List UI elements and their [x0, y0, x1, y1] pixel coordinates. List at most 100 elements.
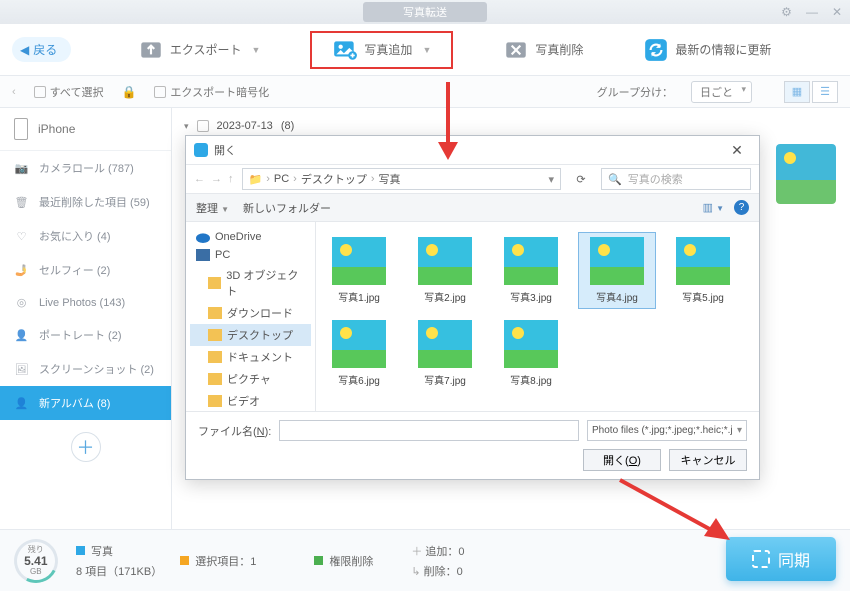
path-breadcrumb[interactable]: 📁 › PC› デスクトップ› 写真 ▾ — [242, 168, 562, 190]
items-count: 8 項目（171KB） — [76, 563, 162, 579]
chevron-left-icon: ◀ — [20, 43, 29, 57]
photo-thumbnail[interactable] — [776, 144, 836, 204]
selection-count: 選択項目：1 — [195, 553, 256, 569]
nav-icon: 👤 — [14, 329, 29, 342]
encrypt-checkbox[interactable]: エクスポート暗号化 — [154, 84, 269, 100]
image-icon — [590, 237, 644, 285]
caret-down-icon: ▼ — [422, 45, 431, 55]
add-label: 写真追加 — [364, 41, 412, 58]
nav-icon: ♡ — [14, 230, 29, 243]
dialog-title: 開く — [214, 142, 236, 158]
cloud-icon — [196, 231, 210, 243]
encrypt-label: エクスポート暗号化 — [170, 84, 269, 100]
del-count: 削除：0 — [424, 566, 463, 578]
sidebar-item[interactable]: 👤新アルバム (8) — [0, 386, 171, 420]
phone-icon — [14, 118, 28, 140]
date-label: 2023-07-13 — [217, 120, 273, 132]
tree-item[interactable]: ダウンロード — [190, 302, 311, 324]
minimize-icon[interactable]: — — [806, 5, 818, 19]
sidebar-item[interactable]: ♡お気に入り (4) — [0, 219, 171, 253]
search-icon: 🔍 — [608, 173, 622, 186]
group-select[interactable]: 日ごと — [691, 81, 752, 103]
photos-label: 写真 — [91, 543, 113, 559]
file-item[interactable]: 写真7.jpg — [406, 315, 484, 392]
fld-icon — [208, 373, 222, 385]
cancel-button[interactable]: キャンセル — [669, 449, 747, 471]
delete-photo-button[interactable]: 写真削除 — [493, 31, 593, 69]
nav-icon: 📷 — [14, 162, 29, 175]
sidebar: iPhone 📷 カメラロール (787) 🗑最近削除した項目 (59)♡お気に入り… — [0, 108, 172, 529]
tree-item[interactable]: ドキュメント — [190, 346, 311, 368]
tree-item[interactable]: ピクチャ — [190, 368, 311, 390]
file-type-filter[interactable]: Photo files (*.jpg;*.jpeg;*.heic;*.j — [587, 420, 747, 441]
sidebar-item[interactable]: 👤ポートレート (2) — [0, 318, 171, 352]
tree-label: デスクトップ — [227, 327, 293, 343]
nav-back-icon[interactable]: ← — [194, 173, 205, 185]
file-item[interactable]: 写真2.jpg — [406, 232, 484, 309]
path-refresh-icon[interactable]: ⟳ — [569, 173, 593, 186]
file-name: 写真8.jpg — [495, 372, 567, 387]
nav-label: Live Photos (143) — [39, 297, 125, 309]
tree-item[interactable]: デスクトップ — [190, 324, 311, 346]
file-item[interactable]: 写真1.jpg — [320, 232, 398, 309]
image-icon — [332, 237, 386, 285]
image-icon — [504, 320, 558, 368]
fld-icon — [208, 351, 222, 363]
file-item[interactable]: 写真3.jpg — [492, 232, 570, 309]
tree-item[interactable]: OneDrive — [190, 228, 311, 246]
nav-icon: 🖼 — [14, 363, 29, 376]
add-album-button[interactable]: ＋ — [71, 432, 101, 462]
sidebar-item[interactable]: 🗑最近削除した項目 (59) — [0, 185, 171, 219]
select-all-checkbox[interactable]: すべて選択 — [34, 84, 104, 100]
image-icon — [418, 320, 472, 368]
select-all-label: すべて選択 — [50, 84, 104, 100]
nav-label: カメラロール (787) — [39, 160, 134, 176]
refresh-button[interactable]: 最新の情報に更新 — [633, 31, 781, 69]
grid-view-button[interactable]: ▦ — [784, 81, 810, 103]
close-icon[interactable]: ✕ — [832, 5, 842, 19]
organize-menu[interactable]: 整理 ▼ — [196, 200, 229, 216]
nav-fwd-icon[interactable]: → — [211, 173, 222, 185]
device-row[interactable]: iPhone — [0, 108, 171, 151]
image-icon — [504, 237, 558, 285]
sidebar-item[interactable]: 🖼 スクリーンショット (2) — [0, 352, 171, 386]
tree-label: ドキュメント — [227, 349, 293, 365]
help-icon[interactable]: ? — [734, 200, 749, 215]
fld-icon — [208, 329, 222, 341]
delete-photo-icon — [503, 37, 529, 63]
file-item[interactable]: 写真4.jpg — [578, 232, 656, 309]
sidebar-item[interactable]: 📷 カメラロール (787) — [0, 151, 171, 185]
date-checkbox[interactable] — [197, 120, 209, 132]
sidebar-item[interactable]: ◎ Live Photos (143) — [0, 287, 171, 318]
dialog-search-input[interactable]: 🔍 写真の検索 — [601, 168, 751, 190]
list-view-button[interactable]: ☰ — [812, 81, 838, 103]
filename-input[interactable] — [279, 420, 579, 441]
collapse-icon[interactable]: ▾ — [184, 121, 189, 132]
nav-up-icon[interactable]: ↑ — [228, 173, 234, 185]
file-item[interactable]: 写真8.jpg — [492, 315, 570, 392]
file-item[interactable]: 写真6.jpg — [320, 315, 398, 392]
file-name: 写真5.jpg — [667, 289, 739, 304]
tree-item[interactable]: ビデオ — [190, 390, 311, 411]
add-photo-button[interactable]: 写真追加 ▼ — [310, 31, 453, 69]
export-button[interactable]: エクスポート ▼ — [128, 31, 271, 69]
tree-item[interactable]: PC — [190, 246, 311, 264]
dialog-close-button[interactable]: ✕ — [723, 142, 751, 159]
settings-icon[interactable]: ⚙ — [781, 5, 792, 19]
sidebar-item[interactable]: 🤳セルフィー (2) — [0, 253, 171, 287]
tree-label: ピクチャ — [227, 371, 271, 387]
new-folder-button[interactable]: 新しいフォルダー — [243, 200, 331, 216]
back-button[interactable]: ◀ 戻る — [12, 37, 71, 62]
file-grid: 写真1.jpg写真2.jpg写真3.jpg写真4.jpg 写真5.jpg 写真6.j… — [316, 222, 759, 411]
view-mode-icon[interactable]: ▥ ▼ — [703, 201, 724, 214]
nav-icon: ◎ — [14, 296, 29, 309]
file-item[interactable]: 写真5.jpg — [664, 232, 742, 309]
nav-label: スクリーンショット (2) — [39, 361, 154, 377]
open-button[interactable]: 開く(O) — [583, 449, 661, 471]
tree-label: ダウンロード — [227, 305, 293, 321]
sync-button[interactable]: 同期 — [726, 537, 836, 581]
chevron-left-icon[interactable]: ‹ — [12, 86, 16, 98]
delete-label: 写真削除 — [535, 41, 583, 58]
file-name: 写真6.jpg — [323, 372, 395, 387]
tree-item[interactable]: 3D オブジェクト — [190, 264, 311, 302]
